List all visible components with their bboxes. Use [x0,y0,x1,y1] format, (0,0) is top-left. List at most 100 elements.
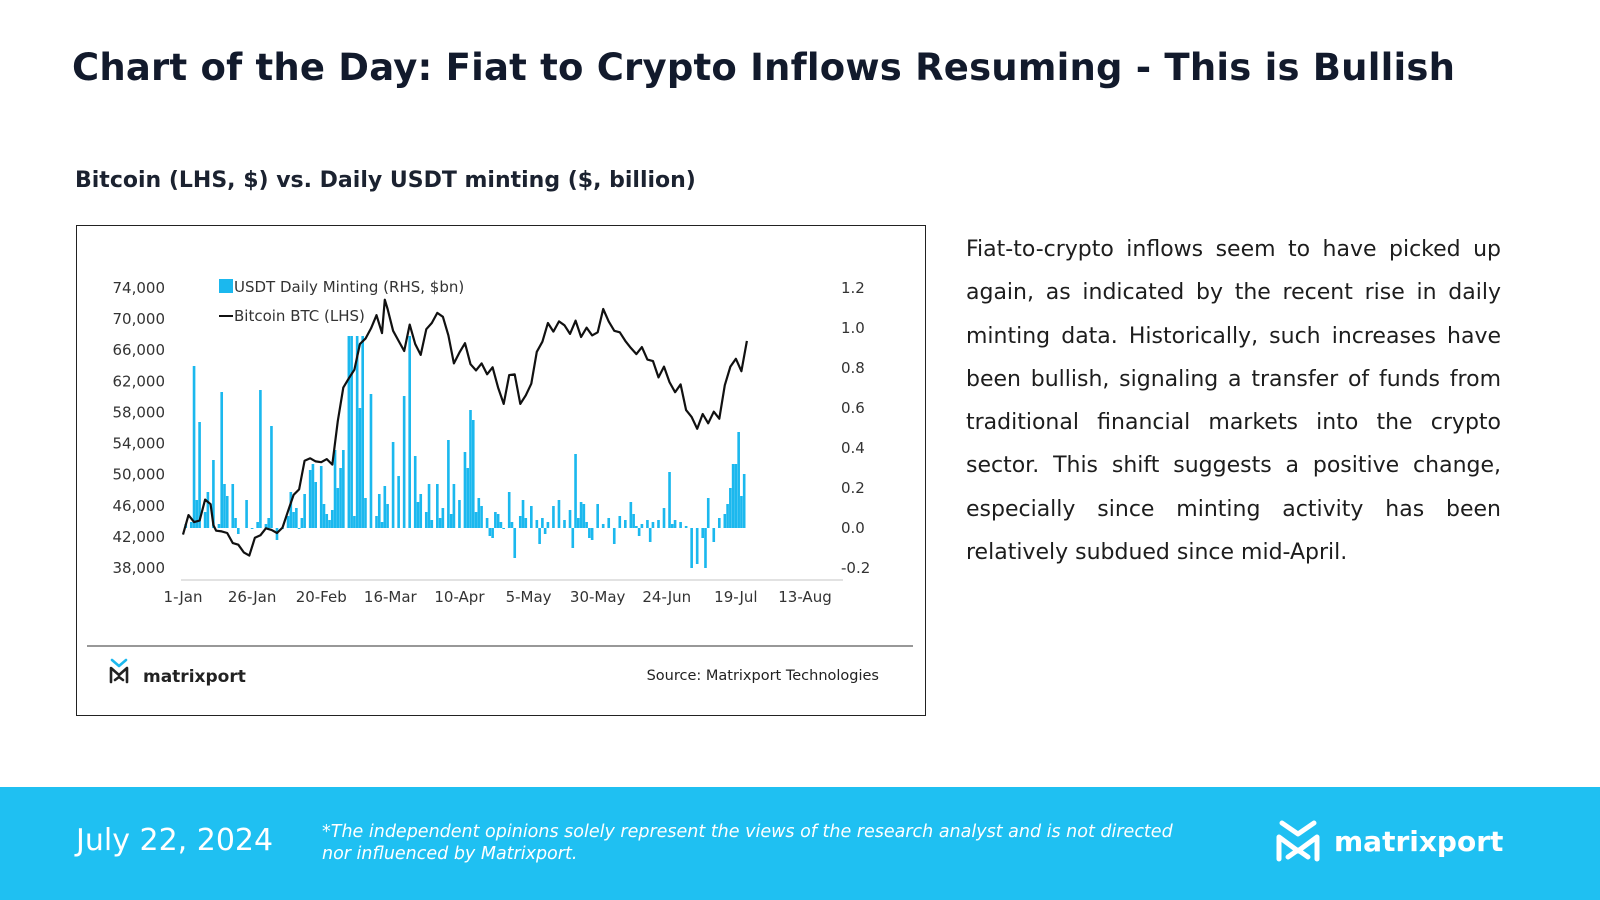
usdt-bar [499,522,503,528]
usdt-bar [488,528,492,536]
y-left-tick-label: 54,000 [113,435,166,453]
usdt-bar [590,528,594,540]
usdt-bar [635,526,638,528]
usdt-bar [333,450,337,528]
y-right-tick-label: 0.6 [841,399,865,417]
usdt-bar [339,468,342,528]
usdt-bar [588,528,591,538]
usdt-bar [361,336,365,528]
usdt-bar [543,528,547,534]
y-right-tick-label: 0.2 [841,479,865,497]
usdt-bar [637,528,641,536]
usdt-bar [458,500,461,528]
usdt-bar [295,508,298,528]
usdt-bar [220,392,224,528]
usdt-bar [704,528,707,568]
usdt-bar [234,518,237,528]
usdt-bar [538,528,541,544]
y-left-tick-label: 62,000 [113,372,166,390]
usdt-bar [577,518,580,528]
y-right-tick-label: 0.8 [841,359,865,377]
y-left-tick-label: 66,000 [113,341,166,359]
x-tick-label: 30-May [570,588,626,606]
usdt-bar [203,512,207,528]
matrixport-logo-icon [109,658,129,684]
usdt-bar [408,336,411,528]
usdt-bar [311,464,315,528]
x-tick-label: 19-Jul [714,588,757,606]
usdt-bar [679,522,682,528]
usdt-bar [319,466,323,528]
usdt-bar [646,520,649,528]
x-tick-label: 20-Feb [296,588,347,606]
usdt-bar [223,484,226,528]
usdt-bar [336,488,340,528]
page-title: Chart of the Day: Fiat to Crypto Inflows… [72,46,1456,89]
usdt-bar [217,524,221,528]
usdt-bar [480,506,483,528]
footer-bar: July 22, 2024 *The independent opinions … [0,787,1600,900]
x-tick-label: 10-Apr [434,588,485,606]
usdt-bar [662,508,666,528]
x-tick-label: 16-Mar [364,588,418,606]
usdt-bar [236,528,240,534]
usdt-bar [496,514,500,528]
usdt-bar [427,484,431,528]
usdt-bar [530,506,533,528]
usdt-bar [585,522,588,528]
usdt-bar [192,366,196,528]
usdt-bar [670,524,674,528]
y-left-ticks: 74,000 70,000 66,000 62,000 58,000 54,000 50,0… [113,279,166,577]
usdt-bar [419,494,423,528]
usdt-bar [452,484,456,528]
x-tick-label: 24-Jun [642,588,691,606]
usdt-bar [596,504,599,528]
usdt-bar [612,528,616,544]
legend-label-btc: Bitcoin BTC (LHS) [234,307,365,325]
usdt-bar [259,390,262,528]
usdt-bar [225,496,229,528]
usdt-bar [391,442,395,528]
usdt-bar [245,500,248,528]
chart-frame: 74,000 70,000 66,000 62,000 58,000 54,000 50,0… [76,225,926,716]
usdt-bar [535,520,539,528]
usdt-bar [582,504,586,528]
usdt-bar [206,492,210,528]
usdt-bar [734,464,738,528]
usdt-bar [684,526,688,528]
usdt-bar [375,516,378,528]
usdt-bar [342,450,345,528]
source-text: Source: Matrixport Technologies [647,668,879,684]
usdt-bar [629,502,633,528]
legend-label-usdt: USDT Daily Minting (RHS, $bn) [234,278,464,296]
usdt-bar [424,512,428,528]
usdt-bar [731,464,735,528]
y-left-tick-label: 42,000 [113,528,166,546]
usdt-bar [270,426,273,528]
y-right-tick-label: -0.2 [841,559,870,577]
usdt-bar [668,472,671,528]
usdt-bar [574,454,577,528]
chart-svg: 74,000 70,000 66,000 62,000 58,000 54,000 50,0… [87,278,913,687]
usdt-bar [383,486,387,528]
y-left-tick-label: 46,000 [113,497,166,515]
usdt-bar [510,522,514,528]
matrixport-logo-icon [1276,820,1320,862]
usdt-bar [651,522,655,528]
x-ticks: 1-Jan 26-Jan 20-Feb 16-Mar 10-Apr 5-May 30-May… [164,588,832,606]
usdt-bar [314,482,318,528]
usdt-bar [494,512,497,528]
usdt-bar [256,522,259,528]
usdt-bar [623,520,627,528]
usdt-bar [737,432,740,528]
usdt-bar [231,484,235,528]
usdt-bar [441,508,445,528]
legend-swatch-usdt [219,279,233,293]
usdt-bar [466,468,470,528]
usdt-bar [640,524,644,528]
chart-logo-text: matrixport [143,667,246,687]
usdt-bar [430,520,434,528]
usdt-bar [729,488,732,528]
usdt-bar [742,474,746,528]
y-right-ticks: 1.2 1.0 0.8 0.6 0.4 0.2 0.0 -0.2 [841,279,870,577]
